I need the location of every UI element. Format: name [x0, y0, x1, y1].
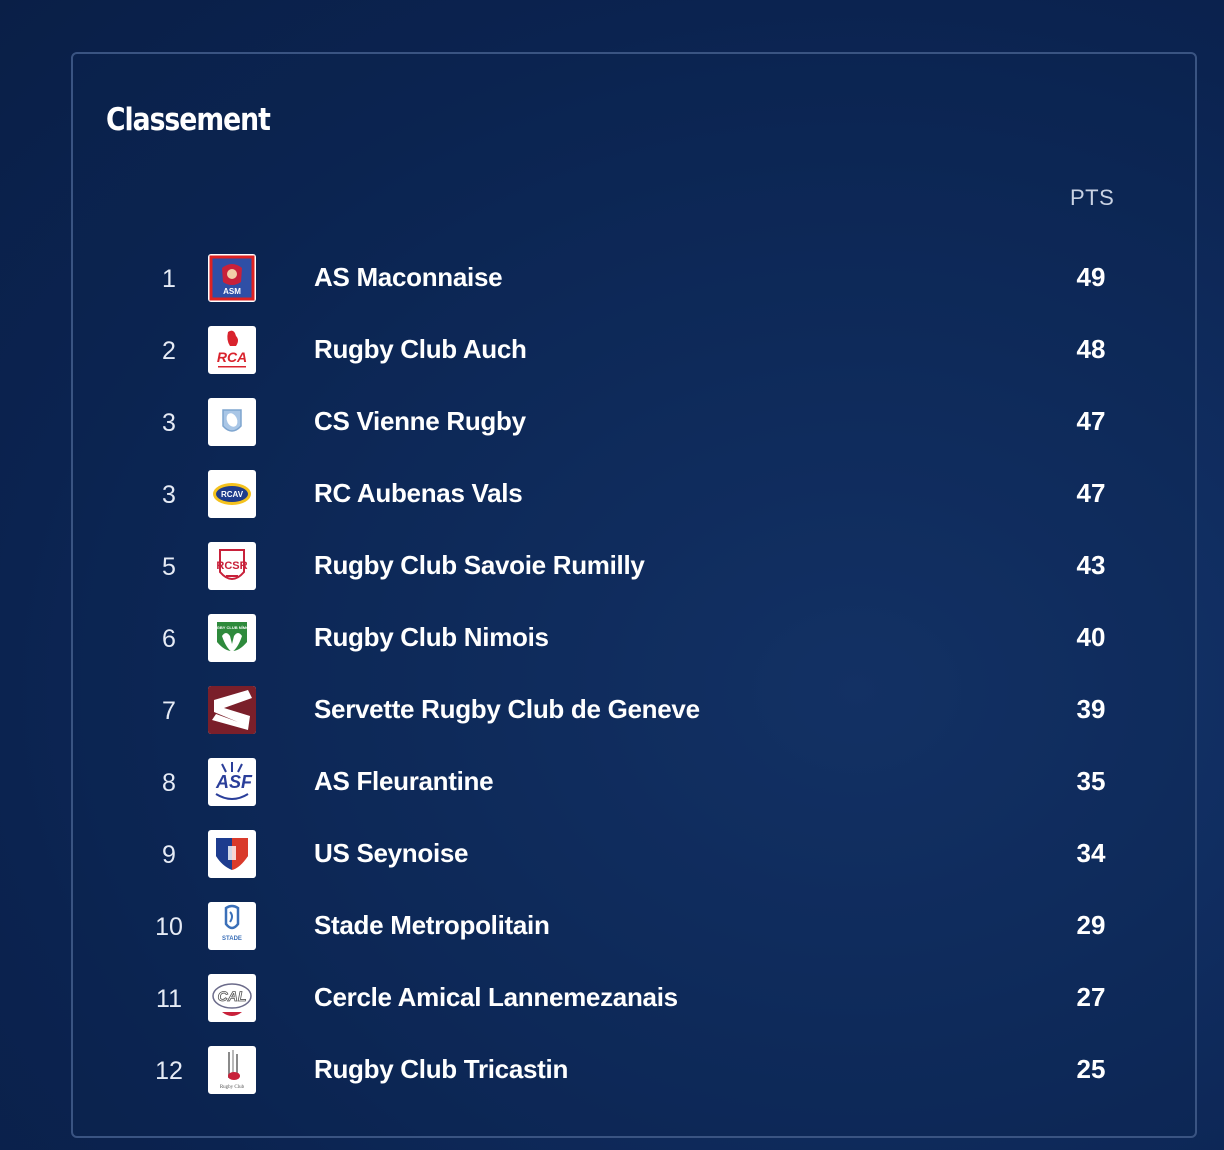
points-column-header: PTS — [1070, 185, 1115, 210]
team-name[interactable]: CS Vienne Rugby — [314, 406, 526, 437]
team-points: 25 — [1076, 1054, 1106, 1084]
servette-crest-icon — [208, 686, 256, 734]
nimois-crest-icon: RUGBY CLUB NÎMOIS — [208, 614, 256, 662]
team-rank: 9 — [162, 841, 176, 869]
team-name[interactable]: Servette Rugby Club de Geneve — [314, 694, 700, 725]
stade-metro-crest-icon: STADE — [208, 902, 256, 950]
cs-vienne-crest-icon — [208, 398, 256, 446]
team-points: 43 — [1076, 550, 1106, 580]
team-points: 47 — [1076, 406, 1106, 436]
standings-title: Classement — [106, 102, 271, 138]
rca-crest-icon: RCA — [208, 326, 256, 374]
team-rank: 3 — [162, 481, 176, 509]
tricastin-crest-icon: Rugby Club — [208, 1046, 256, 1094]
svg-text:CAL: CAL — [218, 988, 247, 1004]
team-points: 29 — [1076, 910, 1106, 940]
svg-text:RCSR: RCSR — [216, 560, 247, 572]
standings-row[interactable]: 6 RUGBY CLUB NÎMOIS Rugby Club Nimois 40 — [73, 612, 1195, 684]
team-rank: 3 — [162, 409, 176, 437]
svg-text:ASM: ASM — [223, 287, 241, 296]
team-rank: 2 — [162, 337, 176, 365]
standings-row[interactable]: 8 ASF AS Fleurantine 35 — [73, 756, 1195, 828]
team-points: 39 — [1076, 694, 1106, 724]
team-rank: 7 — [162, 697, 176, 725]
team-name[interactable]: Rugby Club Nimois — [314, 622, 549, 653]
team-name[interactable]: Stade Metropolitain — [314, 910, 550, 941]
team-rank: 8 — [162, 769, 176, 797]
standings-row[interactable]: 10 STADE Stade Metropolitain 29 — [73, 900, 1195, 972]
rcav-crest-icon: RCAV — [208, 470, 256, 518]
team-name[interactable]: Rugby Club Auch — [314, 334, 527, 365]
svg-text:Rugby Club: Rugby Club — [220, 1085, 245, 1090]
asf-crest-icon: ASF — [208, 758, 256, 806]
team-name[interactable]: AS Maconnaise — [314, 262, 503, 293]
svg-text:RCAV: RCAV — [221, 490, 244, 499]
rcsr-crest-icon: RCSR — [208, 542, 256, 590]
team-name[interactable]: US Seynoise — [314, 838, 469, 869]
team-name[interactable]: RC Aubenas Vals — [314, 478, 523, 509]
team-name[interactable]: Rugby Club Tricastin — [314, 1054, 568, 1085]
seynoise-crest-icon — [208, 830, 256, 878]
standings-row[interactable]: 11 CAL Cercle Amical Lannemezanais 27 — [73, 972, 1195, 1044]
standings-row[interactable]: 3 RCAV RC Aubenas Vals 47 — [73, 468, 1195, 540]
team-points: 47 — [1076, 478, 1106, 508]
standings-row[interactable]: 2 RCA Rugby Club Auch 48 — [73, 324, 1195, 396]
standings-row[interactable]: 9 US Seynoise 34 — [73, 828, 1195, 900]
standings-row[interactable]: 12 Rugby Club Rugby Club Tricastin 25 — [73, 1044, 1195, 1116]
standings-row[interactable]: 3 CS Vienne Rugby 47 — [73, 396, 1195, 468]
svg-text:RCA: RCA — [217, 349, 247, 365]
team-rank: 1 — [162, 265, 176, 293]
svg-text:ASF: ASF — [215, 772, 253, 792]
team-rank: 5 — [162, 553, 176, 581]
standings-row[interactable]: 7 Servette Rugby Club de Geneve 39 — [73, 684, 1195, 756]
team-name[interactable]: AS Fleurantine — [314, 766, 494, 797]
team-points: 40 — [1076, 622, 1106, 652]
svg-text:STADE: STADE — [222, 936, 242, 942]
team-rank: 10 — [155, 913, 183, 941]
team-name[interactable]: Rugby Club Savoie Rumilly — [314, 550, 645, 581]
team-points: 49 — [1076, 262, 1106, 292]
team-points: 48 — [1076, 334, 1106, 364]
team-rank: 6 — [162, 625, 176, 653]
team-points: 27 — [1076, 982, 1106, 1012]
svg-text:RUGBY CLUB NÎMOIS: RUGBY CLUB NÎMOIS — [211, 625, 253, 630]
cal-crest-icon: CAL — [208, 974, 256, 1022]
standings-card: Classement PTS 1 ASM AS Maconnaise 49 2 RCA Ru… — [71, 52, 1197, 1138]
team-name[interactable]: Cercle Amical Lannemezanais — [314, 982, 678, 1013]
team-rank: 12 — [155, 1057, 183, 1085]
team-rank: 11 — [156, 985, 182, 1013]
standings-row[interactable]: 5 RCSR Rugby Club Savoie Rumilly 43 — [73, 540, 1195, 612]
standings-row[interactable]: 1 ASM AS Maconnaise 49 — [73, 252, 1195, 324]
team-points: 35 — [1076, 766, 1106, 796]
asm-crest-icon: ASM — [208, 254, 256, 302]
team-points: 34 — [1076, 838, 1106, 868]
